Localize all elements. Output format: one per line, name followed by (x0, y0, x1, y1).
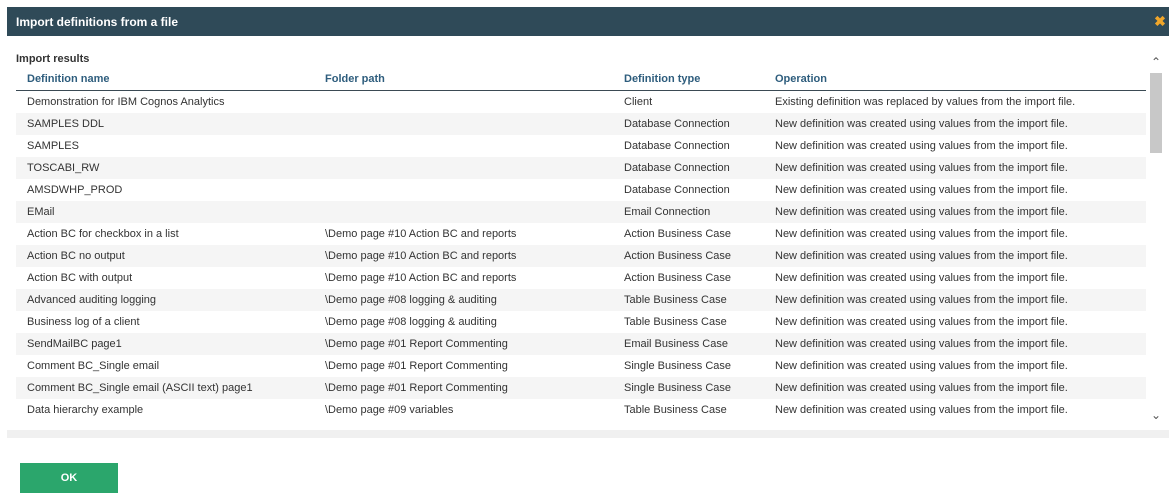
table-row[interactable]: Business log of a client \Demo page #08 l… (16, 311, 1146, 333)
cell-definition-type: Table Business Case (613, 311, 764, 333)
cell-definition-name: Action BC with output (16, 267, 314, 289)
cell-definition-name: SendMailBC page1 (16, 333, 314, 355)
column-header-folder-path[interactable]: Folder path (314, 73, 613, 91)
cell-folder-path: \Demo page #08 logging & auditing (314, 311, 613, 333)
cell-folder-path (314, 157, 613, 179)
cell-folder-path: \Demo page #10 Action BC and reports (314, 267, 613, 289)
table-row[interactable]: Action BC for checkbox in a list \Demo pa… (16, 223, 1146, 245)
cell-operation: New definition was created using values … (764, 157, 1146, 179)
cell-folder-path (314, 179, 613, 201)
table-header-row: Definition name Folder path Definition t… (16, 73, 1146, 91)
cell-definition-type: Database Connection (613, 135, 764, 157)
cell-definition-type: Email Business Case (613, 333, 764, 355)
close-icon[interactable]: ✖ (1153, 13, 1167, 29)
cell-folder-path: \Demo page #10 Action BC and reports (314, 223, 613, 245)
import-results-label: Import results (16, 53, 90, 65)
table-row[interactable]: EMail Email Connection New definition was … (16, 201, 1146, 223)
cell-definition-name: Demonstration for IBM Cognos Analytics (16, 90, 314, 113)
cell-definition-type: Email Connection (613, 201, 764, 223)
table-row[interactable]: Action BC with output \Demo page #10 Acti… (16, 267, 1146, 289)
cell-folder-path: \Demo page #09 variables (314, 399, 613, 421)
vertical-scrollbar[interactable]: ⌃ ⌄ (1148, 53, 1164, 428)
cell-definition-type: Database Connection (613, 179, 764, 201)
cell-definition-type: Database Connection (613, 157, 764, 179)
scrollbar-thumb[interactable] (1150, 73, 1162, 153)
table-row[interactable]: SAMPLES DDL Database Connection New defini… (16, 113, 1146, 135)
cell-operation: New definition was created using values … (764, 245, 1146, 267)
cell-definition-name: Comment BC_Single email (ASCII text) pag… (16, 377, 314, 399)
ok-button[interactable]: OK (20, 463, 118, 493)
table-row[interactable]: Data hierarchy example \Demo page #09 var… (16, 399, 1146, 421)
cell-definition-name: Action BC for checkbox in a list (16, 223, 314, 245)
cell-operation: New definition was created using values … (764, 333, 1146, 355)
table-row[interactable]: AMSDWHP_PROD Database Connection New defin… (16, 179, 1146, 201)
table-row[interactable]: Comment BC_Single email \Demo page #01 Re… (16, 355, 1146, 377)
cell-definition-name: Data hierarchy example (16, 399, 314, 421)
background-strip (0, 0, 1169, 7)
cell-folder-path (314, 90, 613, 113)
cell-operation: New definition was created using values … (764, 355, 1146, 377)
dialog-titlebar: Import definitions from a file ✖ (7, 7, 1169, 36)
cell-operation: New definition was created using values … (764, 135, 1146, 157)
cell-definition-type: Action Business Case (613, 223, 764, 245)
table-row[interactable]: Demonstration for IBM Cognos Analytics Cl… (16, 90, 1146, 113)
import-dialog: Import definitions from a file ✖ Import … (7, 7, 1169, 500)
cell-operation: New definition was created using values … (764, 201, 1146, 223)
cell-definition-type: Action Business Case (613, 267, 764, 289)
cell-folder-path (314, 113, 613, 135)
cell-operation: New definition was created using values … (764, 289, 1146, 311)
cell-folder-path (314, 201, 613, 223)
cell-folder-path: \Demo page #01 Report Commenting (314, 355, 613, 377)
cell-definition-type: Table Business Case (613, 289, 764, 311)
cell-operation: New definition was created using values … (764, 377, 1146, 399)
chevron-up-icon[interactable]: ⌃ (1148, 53, 1164, 71)
cell-definition-name: SAMPLES DDL (16, 113, 314, 135)
cell-definition-name: Comment BC_Single email (16, 355, 314, 377)
results-table-container: Definition name Folder path Definition t… (16, 73, 1148, 430)
cell-definition-name: Advanced auditing logging (16, 289, 314, 311)
cell-definition-name: SAMPLES (16, 135, 314, 157)
cell-definition-name: TOSCABI_RW (16, 157, 314, 179)
results-table: Definition name Folder path Definition t… (16, 73, 1146, 421)
cell-operation: New definition was created using values … (764, 311, 1146, 333)
cell-operation: New definition was created using values … (764, 179, 1146, 201)
dialog-title: Import definitions from a file (16, 15, 179, 29)
cell-operation: New definition was created using values … (764, 223, 1146, 245)
cell-folder-path: \Demo page #01 Report Commenting (314, 333, 613, 355)
cell-definition-name: AMSDWHP_PROD (16, 179, 314, 201)
table-row[interactable]: Advanced auditing logging \Demo page #08 … (16, 289, 1146, 311)
cell-definition-name: EMail (16, 201, 314, 223)
table-row[interactable]: SAMPLES Database Connection New definition… (16, 135, 1146, 157)
cell-definition-type: Single Business Case (613, 377, 764, 399)
horizontal-scroll-track (7, 430, 1169, 438)
cell-definition-name: Action BC no output (16, 245, 314, 267)
table-row[interactable]: Action BC no output \Demo page #10 Action… (16, 245, 1146, 267)
cell-definition-type: Single Business Case (613, 355, 764, 377)
cell-operation: New definition was created using values … (764, 113, 1146, 135)
table-row[interactable]: SendMailBC page1 \Demo page #01 Report Co… (16, 333, 1146, 355)
cell-folder-path (314, 135, 613, 157)
column-header-definition-type[interactable]: Definition type (613, 73, 764, 91)
cell-definition-type: Client (613, 90, 764, 113)
cell-folder-path: \Demo page #10 Action BC and reports (314, 245, 613, 267)
cell-folder-path: \Demo page #08 logging & auditing (314, 289, 613, 311)
column-header-definition-name[interactable]: Definition name (16, 73, 314, 91)
cell-folder-path: \Demo page #01 Report Commenting (314, 377, 613, 399)
cell-definition-type: Database Connection (613, 113, 764, 135)
chevron-down-icon[interactable]: ⌄ (1148, 406, 1164, 424)
table-row[interactable]: Comment BC_Single email (ASCII text) pag… (16, 377, 1146, 399)
cell-definition-type: Table Business Case (613, 399, 764, 421)
cell-operation: New definition was created using values … (764, 399, 1146, 421)
table-row[interactable]: TOSCABI_RW Database Connection New definit… (16, 157, 1146, 179)
cell-operation: Existing definition was replaced by valu… (764, 90, 1146, 113)
cell-operation: New definition was created using values … (764, 267, 1146, 289)
cell-definition-name: Business log of a client (16, 311, 314, 333)
column-header-operation[interactable]: Operation (764, 73, 1146, 91)
cell-definition-type: Action Business Case (613, 245, 764, 267)
